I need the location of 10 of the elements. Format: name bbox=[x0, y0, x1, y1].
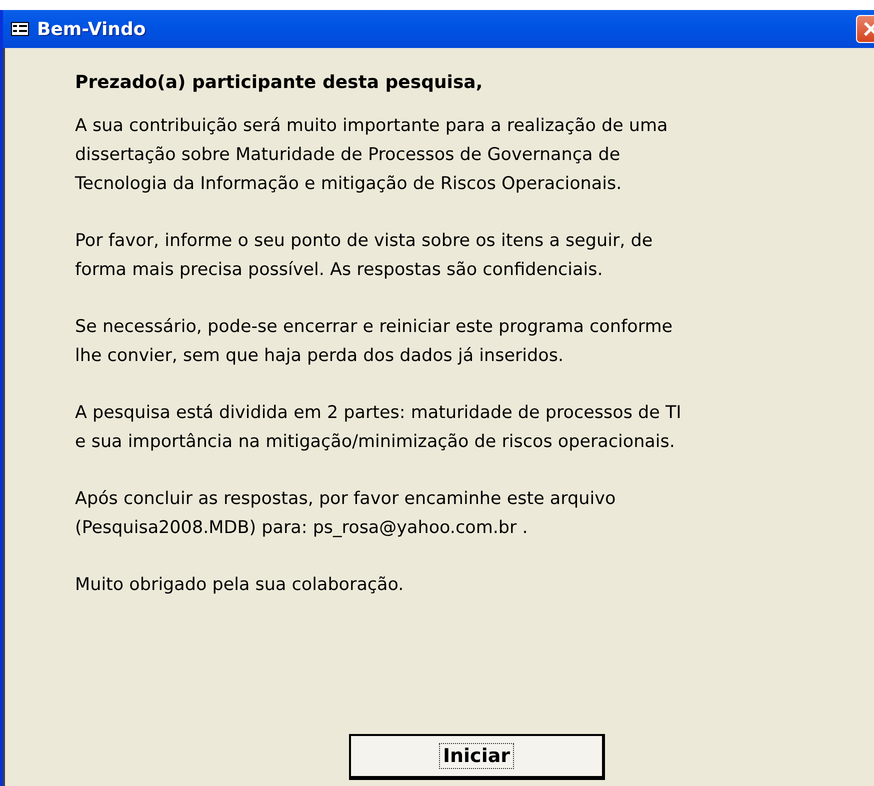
body-paragraph: Muito obrigado pela sua colaboração. bbox=[75, 574, 405, 597]
body-paragraph: A pesquisa está dividida em 2 partes: maturidade de processos de TI e sua importância na mitigação/minimização de riscos operacionais. bbox=[75, 402, 682, 454]
window-title: Bem-Vindo bbox=[37, 18, 146, 40]
greeting-heading: Prezado(a) participante desta pesquisa, bbox=[75, 72, 484, 93]
start-button[interactable]: Iniciar bbox=[349, 734, 605, 780]
body-paragraph: A sua contribuição será muito importante para a realização de uma dissertação sobre Maturidade de Processos de Governança de Tecnologia da Informação e mitigação de Riscos Operacionais. bbox=[75, 115, 669, 196]
form-icon bbox=[11, 22, 29, 36]
body-paragraph: Após concluir as respostas, por favor encaminhe este arquivo (Pesquisa2008.MDB) para: ps_rosa@yahoo.com.br . bbox=[75, 488, 617, 540]
body-paragraph: Por favor, informe o seu ponto de vista sobre os itens a seguir, de forma mais precisa possível. As respostas são confidenciais. bbox=[75, 230, 654, 282]
body-paragraph: Se necessário, pode-se encerrar e reiniciar este programa conforme lhe convier, sem que haja perda dos dados já inseridos. bbox=[75, 316, 674, 368]
